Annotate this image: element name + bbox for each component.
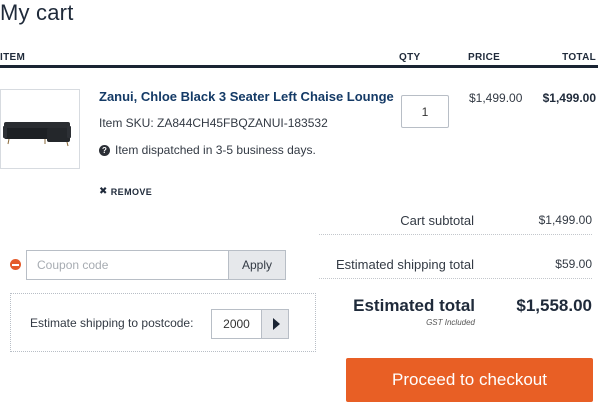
- gst-note: GST Included: [426, 318, 475, 327]
- apply-coupon-button[interactable]: Apply: [228, 250, 286, 280]
- remove-item-button[interactable]: ✖ REMOVE: [99, 186, 152, 197]
- subtotal-value: $1,499.00: [538, 213, 592, 227]
- remove-label: REMOVE: [110, 186, 153, 197]
- shipping-row: Estimated shipping total $59.00: [319, 257, 592, 279]
- line-total: $1,499.00: [542, 91, 596, 105]
- coupon-code-input[interactable]: [26, 250, 228, 280]
- dispatch-text: Item dispatched in 3-5 business days.: [115, 143, 316, 157]
- column-header-qty: QTY: [399, 52, 421, 63]
- page-title: My cart: [0, 0, 74, 25]
- close-icon: ✖: [99, 186, 108, 197]
- coupon-form: Apply: [10, 250, 286, 280]
- postcode-submit-button[interactable]: [261, 309, 289, 339]
- cart-table-header: ITEM QTY PRICE TOTAL: [0, 52, 598, 68]
- product-thumbnail[interactable]: [0, 89, 80, 169]
- column-header-price: PRICE: [468, 52, 501, 63]
- unit-price: $1,499.00: [469, 91, 523, 105]
- postcode-input[interactable]: [211, 309, 261, 339]
- question-circle-icon: ?: [99, 144, 110, 156]
- product-sku: Item SKU: ZA844CH45FBQZANUI-183532: [99, 116, 328, 130]
- dispatch-info: ? Item dispatched in 3-5 business days.: [99, 143, 316, 157]
- column-header-total: TOTAL: [562, 52, 596, 63]
- estimated-total-label: Estimated total: [353, 296, 475, 315]
- shipping-estimator: Estimate shipping to postcode:: [10, 293, 316, 352]
- quantity-input[interactable]: [401, 95, 449, 128]
- postcode-label: Estimate shipping to postcode:: [30, 316, 194, 330]
- estimated-total-value: $1,558.00: [516, 296, 592, 315]
- column-header-item: ITEM: [0, 52, 26, 63]
- play-arrow-icon: [272, 318, 280, 330]
- proceed-to-checkout-button[interactable]: Proceed to checkout: [346, 358, 593, 402]
- subtotal-row: Cart subtotal $1,499.00: [319, 213, 592, 235]
- shipping-label: Estimated shipping total: [335, 257, 474, 272]
- product-name-link[interactable]: Zanui, Chloe Black 3 Seater Left Chaise …: [99, 89, 394, 104]
- subtotal-label: Cart subtotal: [400, 213, 474, 228]
- shipping-value: $59.00: [555, 257, 592, 271]
- minus-circle-icon[interactable]: [10, 259, 21, 270]
- sofa-image: [3, 122, 71, 147]
